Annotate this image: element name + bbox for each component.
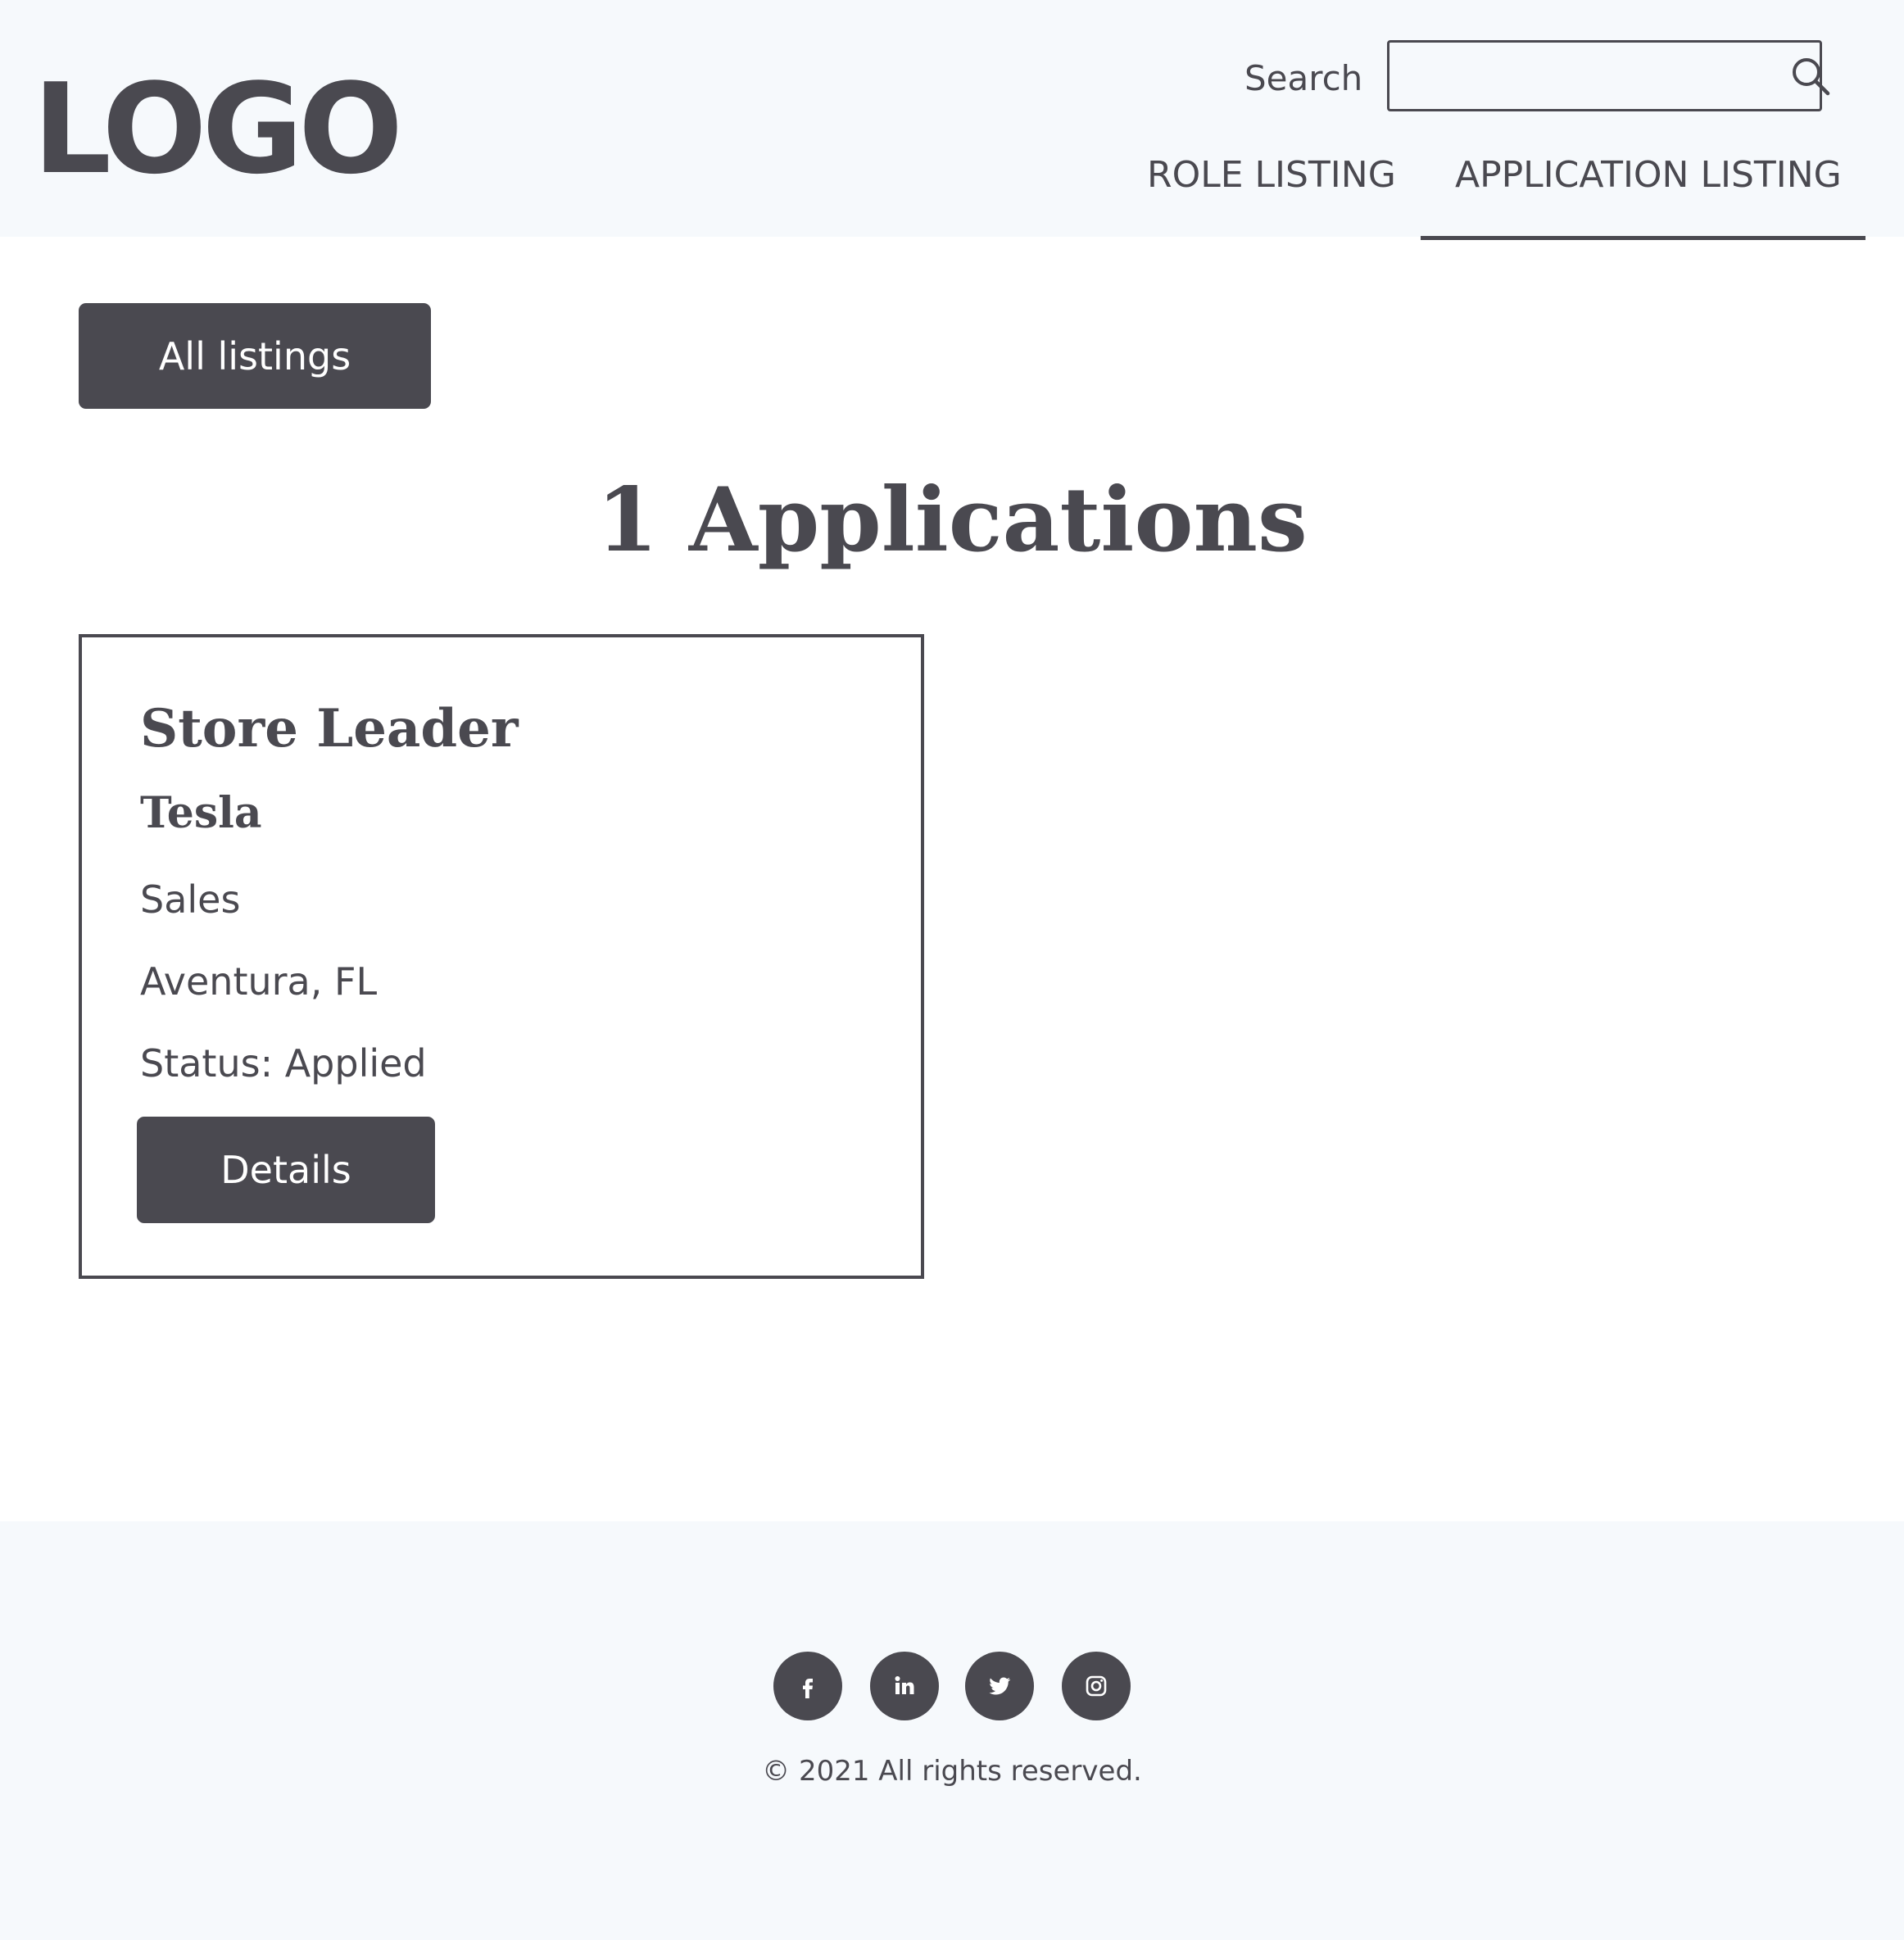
instagram-icon[interactable] — [1062, 1652, 1131, 1720]
search-label: Search — [1244, 58, 1363, 98]
active-nav-underline — [1421, 236, 1865, 240]
twitter-icon[interactable] — [965, 1652, 1034, 1720]
details-button[interactable]: Details — [137, 1117, 435, 1223]
nav-role-listing[interactable]: ROLE LISTING — [1147, 152, 1396, 198]
logo[interactable]: LOGO — [33, 67, 403, 192]
location: Aventura, FL — [140, 959, 378, 1004]
linkedin-icon[interactable] — [870, 1652, 939, 1720]
nav-application-listing[interactable]: APPLICATION LISTING — [1455, 152, 1842, 198]
site-header: LOGO Search ROLE LISTING APPLICATION LIS… — [0, 0, 1904, 240]
department: Sales — [140, 877, 241, 922]
facebook-icon[interactable] — [773, 1652, 842, 1720]
search-icon[interactable] — [1789, 52, 1832, 100]
copyright-text: © 2021 All rights reserved. — [762, 1755, 1142, 1788]
search-input[interactable] — [1389, 43, 1789, 109]
all-listings-button[interactable]: All listings — [79, 303, 431, 409]
page-title: 1 Applications — [596, 469, 1308, 572]
search-box[interactable] — [1387, 40, 1830, 111]
role-title: Store Leader — [140, 698, 519, 759]
site-footer: © 2021 All rights reserved. — [0, 1521, 1904, 1940]
application-card: Store Leader Tesla Sales Aventura, FL St… — [79, 634, 924, 1279]
company-name: Tesla — [140, 788, 262, 838]
application-status: Status: Applied — [140, 1041, 427, 1086]
